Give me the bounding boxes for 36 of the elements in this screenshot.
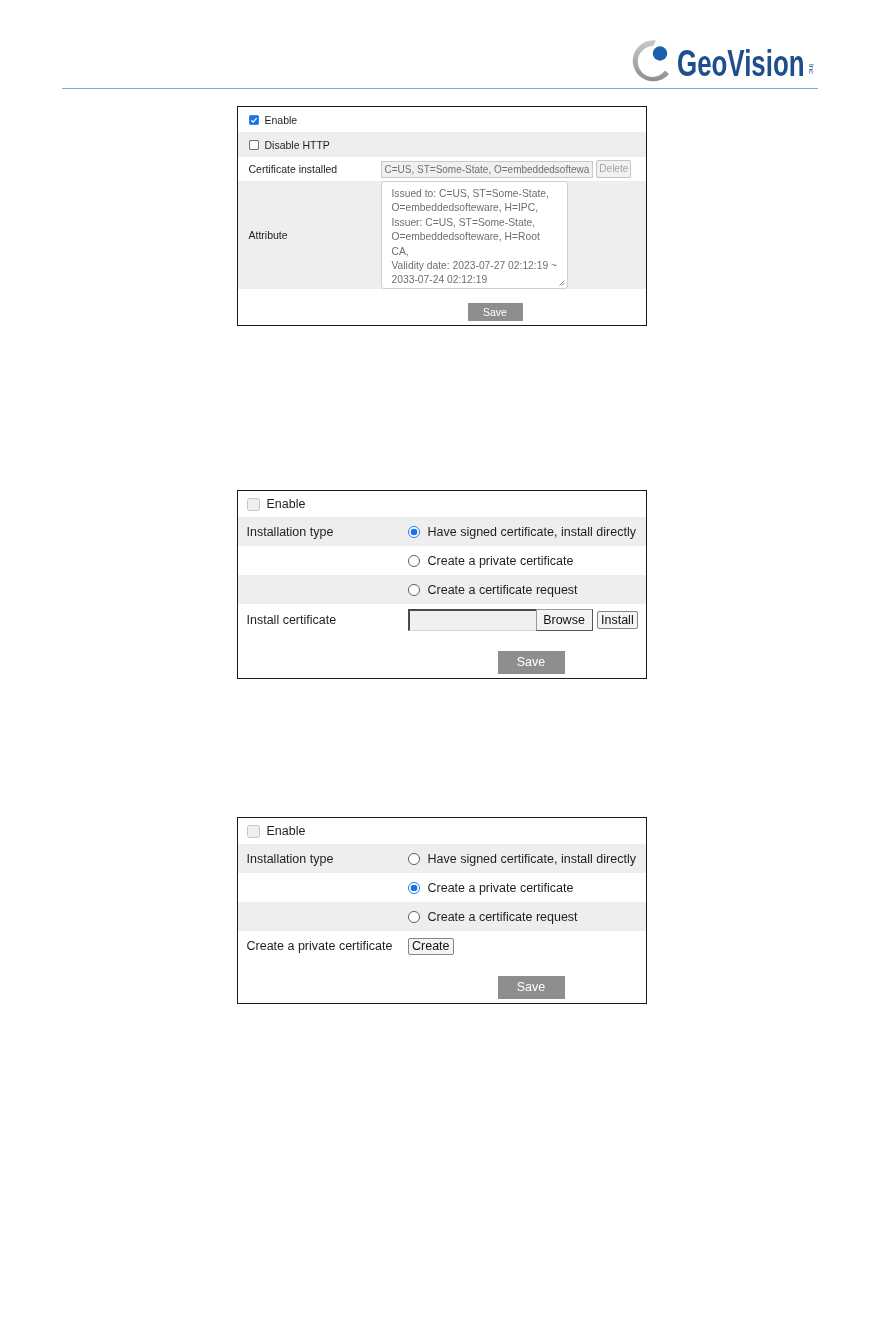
checkbox[interactable] bbox=[248, 139, 259, 150]
browse-button[interactable]: Browse bbox=[535, 609, 593, 631]
logo-text: GeoVision bbox=[677, 45, 806, 82]
radio-button[interactable] bbox=[407, 554, 420, 567]
radio-label: Create a private certificate bbox=[427, 880, 574, 895]
radio-button[interactable] bbox=[407, 525, 420, 538]
file-path-field[interactable] bbox=[407, 609, 536, 631]
checkbox-label: Enable bbox=[266, 824, 306, 838]
radio-label: Have signed certificate, install directly bbox=[427, 851, 636, 866]
radio-label: Create a private certificate bbox=[427, 553, 574, 568]
field-label: Installation type bbox=[246, 851, 334, 866]
save-button[interactable]: Save bbox=[497, 651, 565, 674]
field-label: Certificate installed bbox=[248, 163, 338, 175]
field-label: Attribute bbox=[248, 229, 288, 241]
radio-button[interactable] bbox=[407, 881, 420, 894]
radio-label: Create a certificate request bbox=[427, 582, 578, 597]
radio-button[interactable] bbox=[407, 852, 420, 865]
save-button[interactable]: Save bbox=[497, 976, 565, 999]
resize-grip-icon[interactable] bbox=[558, 280, 565, 286]
field-label: Installation type bbox=[246, 524, 334, 539]
radio-label: Have signed certificate, install directly bbox=[427, 524, 636, 539]
field-label: Install certificate bbox=[246, 613, 337, 627]
radio-button[interactable] bbox=[407, 583, 420, 596]
logo-suffix: inc bbox=[806, 63, 815, 75]
install-button[interactable]: Install bbox=[596, 611, 639, 629]
radio-button[interactable] bbox=[407, 910, 420, 923]
logo-mark-icon bbox=[632, 39, 671, 82]
create-button[interactable]: Create bbox=[407, 937, 455, 955]
checkbox-label: Enable bbox=[264, 113, 298, 126]
checkbox-label: Disable HTTP bbox=[264, 138, 330, 151]
checkbox[interactable] bbox=[248, 114, 259, 125]
save-button[interactable]: Save bbox=[467, 303, 523, 321]
radio-label: Create a certificate request bbox=[427, 909, 578, 924]
field-label: Create a private certificate bbox=[246, 939, 393, 953]
attribute-textarea[interactable]: Issued to: C=US, ST=Some-State, O=embeddedsofteware, H=IPC, Issuer: C=US, ST=Some-State, O=embeddedsofteware, H=Root CA, Validity date: 2023-07-27 02:12:19 ~ 2033-07-24 02:12:19 bbox=[380, 181, 568, 289]
checkbox-label: Enable bbox=[266, 497, 306, 511]
